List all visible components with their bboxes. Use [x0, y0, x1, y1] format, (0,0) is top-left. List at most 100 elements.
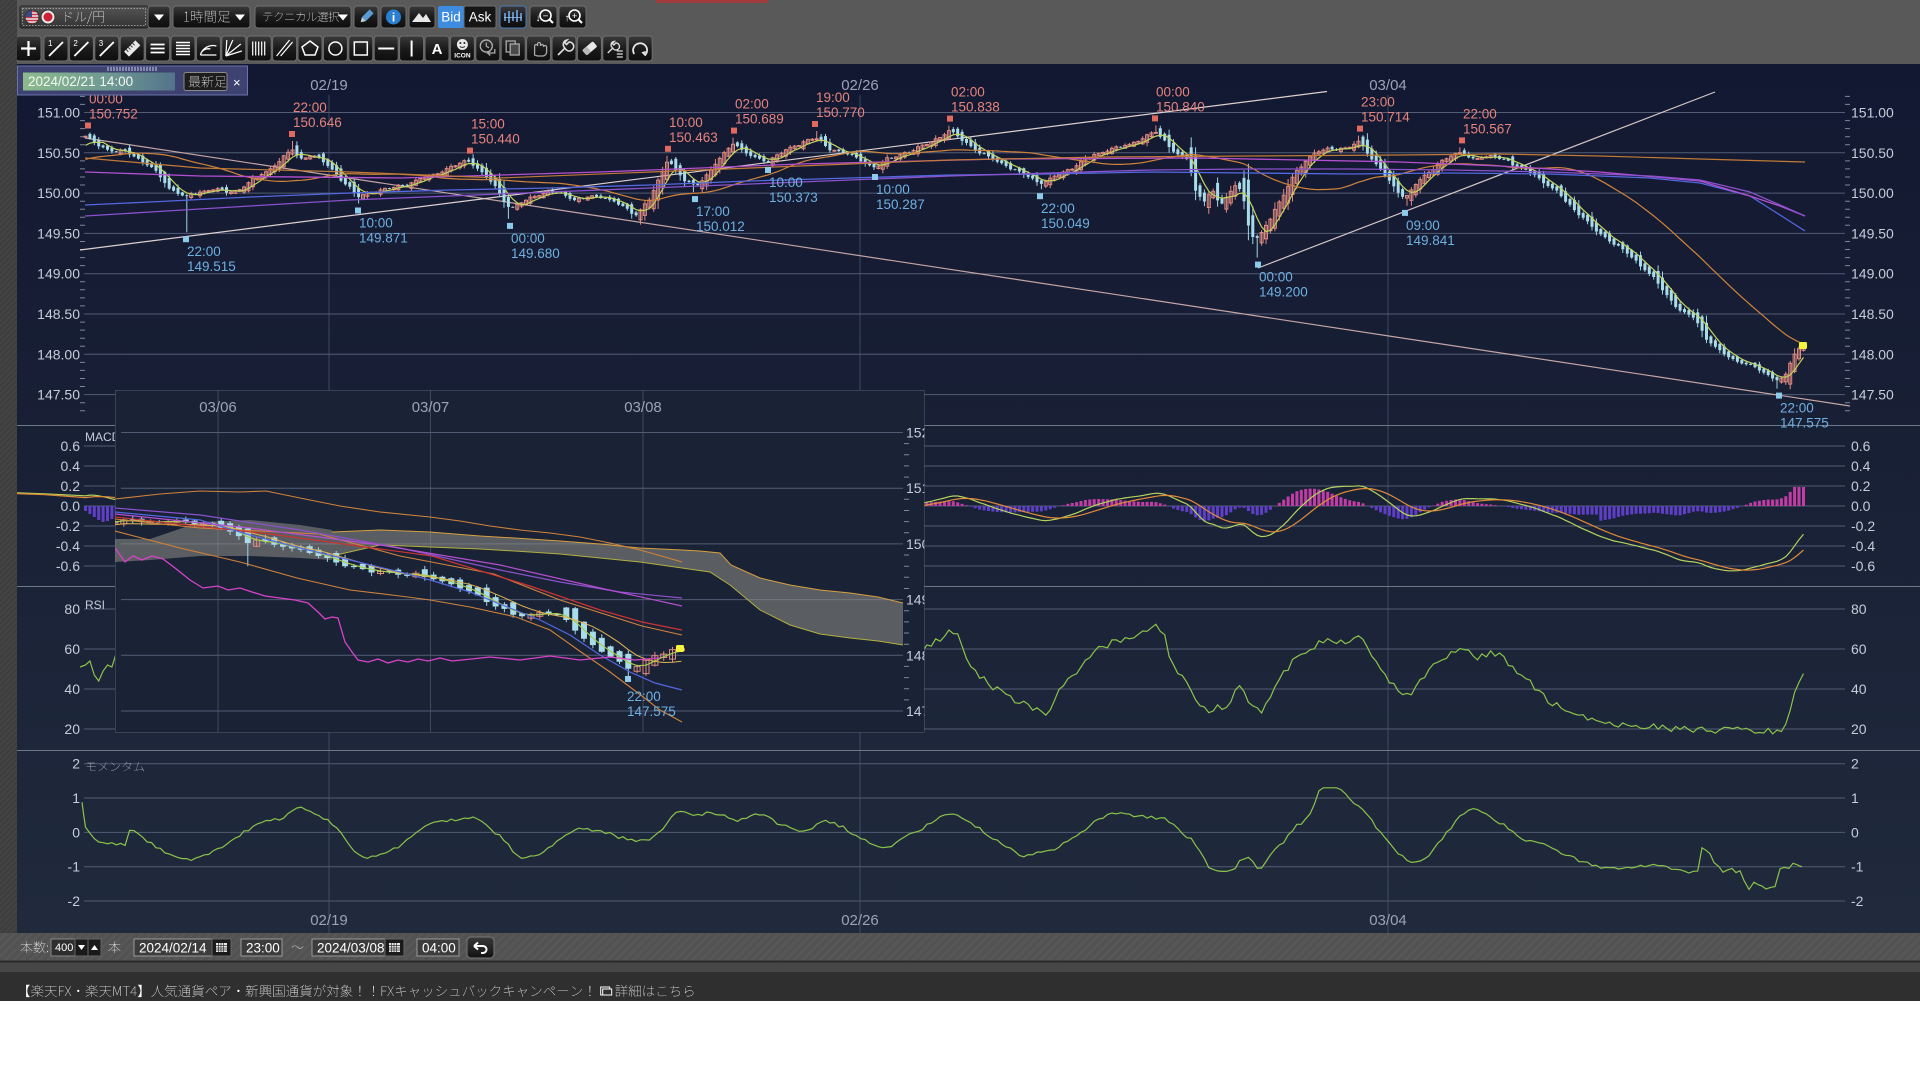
svg-text:60: 60: [64, 641, 80, 657]
svg-text:148.00: 148.00: [1851, 346, 1894, 362]
svg-text:150.00: 150.00: [37, 185, 80, 201]
svg-text:2: 2: [73, 39, 78, 48]
svg-text:2: 2: [1851, 756, 1859, 772]
svg-text:151.00: 151.00: [1851, 105, 1894, 121]
svg-text:149.50: 149.50: [37, 225, 80, 241]
svg-text:×: ×: [233, 75, 241, 90]
svg-text:A: A: [432, 41, 443, 58]
svg-text:150.00: 150.00: [1851, 185, 1894, 201]
svg-text:148.50: 148.50: [37, 306, 80, 322]
svg-text:02:00: 02:00: [735, 97, 769, 112]
svg-text:150.463: 150.463: [669, 130, 718, 145]
svg-text:-1: -1: [68, 859, 81, 875]
svg-text:2024/02/14: 2024/02/14: [139, 941, 207, 956]
svg-text:0.0: 0.0: [1851, 498, 1871, 514]
svg-text:2024/03/08: 2024/03/08: [317, 941, 385, 956]
svg-text:03/06: 03/06: [199, 399, 237, 416]
svg-text:i: i: [392, 11, 395, 25]
svg-text:80: 80: [1851, 601, 1867, 617]
svg-text:148.00: 148.00: [37, 346, 80, 362]
svg-text:0.4: 0.4: [1851, 458, 1871, 474]
svg-text:17:00: 17:00: [696, 204, 730, 219]
svg-text:149.200: 149.200: [1259, 285, 1308, 300]
svg-text:-0.4: -0.4: [1851, 538, 1875, 554]
svg-text:02/19: 02/19: [310, 77, 348, 94]
svg-text:20: 20: [1851, 721, 1867, 737]
svg-text:23:00: 23:00: [1361, 95, 1395, 110]
svg-text:02:00: 02:00: [951, 85, 985, 100]
svg-text:22:00: 22:00: [627, 689, 661, 704]
svg-text:150.287: 150.287: [876, 197, 925, 212]
svg-text:RSI: RSI: [85, 598, 105, 612]
svg-text:19:00: 19:00: [816, 90, 850, 105]
svg-text:0.4: 0.4: [61, 458, 81, 474]
svg-text:09:00: 09:00: [1406, 218, 1440, 233]
svg-text:149.871: 149.871: [359, 231, 408, 246]
svg-text:3: 3: [99, 39, 104, 48]
svg-text:0.6: 0.6: [61, 438, 81, 454]
svg-text:-0.4: -0.4: [56, 538, 80, 554]
svg-text:2024/02/21 14:00: 2024/02/21 14:00: [28, 74, 133, 89]
svg-text:00:00: 00:00: [1259, 270, 1293, 285]
svg-text:148.50: 148.50: [1851, 306, 1894, 322]
svg-text:150.689: 150.689: [735, 112, 784, 127]
svg-text:40: 40: [64, 681, 80, 697]
svg-text:22:00: 22:00: [293, 100, 327, 115]
svg-text:147.50: 147.50: [1851, 387, 1894, 403]
svg-text:150.049: 150.049: [1041, 216, 1090, 231]
svg-text:03/07: 03/07: [412, 399, 450, 416]
svg-text:147.575: 147.575: [1780, 416, 1829, 431]
svg-text:-1: -1: [1851, 859, 1864, 875]
svg-text:02/19: 02/19: [310, 912, 348, 929]
svg-text:00:00: 00:00: [511, 231, 545, 246]
svg-text:Bid: Bid: [441, 10, 461, 25]
svg-text:04:00: 04:00: [422, 941, 456, 956]
svg-text:2: 2: [72, 756, 80, 772]
svg-text:1: 1: [48, 39, 53, 48]
svg-text:03/08: 03/08: [624, 399, 662, 416]
svg-text:23:00: 23:00: [246, 941, 280, 956]
svg-text:1: 1: [72, 790, 80, 806]
svg-text:20: 20: [64, 721, 80, 737]
svg-text:150.440: 150.440: [471, 132, 520, 147]
svg-text:22:00: 22:00: [1780, 401, 1814, 416]
svg-text:150.50: 150.50: [37, 145, 80, 161]
svg-text:40: 40: [1851, 681, 1867, 697]
svg-text:149.680: 149.680: [511, 246, 560, 261]
svg-text:150.714: 150.714: [1361, 110, 1410, 125]
svg-text:-2: -2: [1851, 893, 1864, 909]
svg-text:400: 400: [55, 942, 73, 954]
svg-text:22:00: 22:00: [1463, 106, 1497, 121]
svg-text:147.50: 147.50: [37, 387, 80, 403]
svg-text:+: +: [572, 11, 578, 22]
svg-text:−: −: [543, 11, 549, 22]
svg-text:03/04: 03/04: [1369, 912, 1407, 929]
svg-text:60: 60: [1851, 641, 1867, 657]
svg-text:ICON: ICON: [454, 53, 471, 60]
svg-text:0.2: 0.2: [1851, 478, 1871, 494]
svg-text:-0.2: -0.2: [56, 518, 80, 534]
svg-text:10:00: 10:00: [769, 175, 803, 190]
svg-text:0: 0: [72, 824, 80, 840]
svg-text:00:00: 00:00: [1156, 84, 1190, 99]
svg-text:150.567: 150.567: [1463, 121, 1512, 136]
svg-text:22:00: 22:00: [187, 244, 221, 259]
svg-text:147.575: 147.575: [627, 704, 676, 719]
svg-text:15:00: 15:00: [471, 117, 505, 132]
svg-text:10:00: 10:00: [359, 216, 393, 231]
svg-text:0.0: 0.0: [61, 498, 81, 514]
svg-text:150.752: 150.752: [89, 107, 138, 122]
svg-text:150.012: 150.012: [696, 219, 745, 234]
svg-text:149.00: 149.00: [1851, 266, 1894, 282]
svg-text:-0.6: -0.6: [56, 558, 80, 574]
svg-text:150.373: 150.373: [769, 190, 818, 205]
svg-text:80: 80: [64, 601, 80, 617]
svg-text:151.00: 151.00: [37, 105, 80, 121]
svg-text:150.770: 150.770: [816, 105, 865, 120]
svg-text:0: 0: [1851, 824, 1859, 840]
svg-text:1: 1: [1851, 790, 1859, 806]
svg-text:-0.6: -0.6: [1851, 558, 1875, 574]
svg-text:10:00: 10:00: [876, 182, 910, 197]
svg-text:-0.2: -0.2: [1851, 518, 1875, 534]
svg-text:-2: -2: [68, 893, 81, 909]
